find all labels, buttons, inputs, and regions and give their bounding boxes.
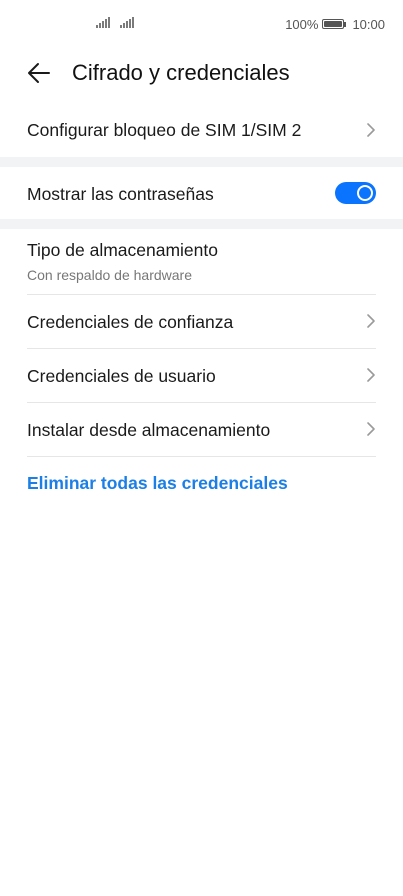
battery-percent: 100% — [285, 16, 319, 32]
chevron-right-icon — [367, 314, 375, 328]
sim-lock-label: Configurar bloqueo de SIM 1/SIM 2 — [27, 120, 302, 140]
back-button[interactable] — [20, 56, 58, 90]
storage-type-value: Con respaldo de hardware — [27, 267, 192, 283]
chevron-right-icon — [367, 368, 375, 382]
signal-icon-sim2 — [120, 16, 134, 28]
install-from-storage-label: Instalar desde almacenamiento — [27, 420, 271, 440]
section-separator — [0, 219, 403, 229]
divider — [27, 456, 376, 457]
arrow-left-icon — [28, 63, 50, 83]
storage-type-label: Tipo de almacenamiento — [27, 240, 218, 260]
show-passwords-toggle[interactable] — [335, 182, 376, 204]
app-header: Cifrado y credenciales — [0, 48, 403, 98]
sim-lock-row[interactable]: Configurar bloqueo de SIM 1/SIM 2 — [0, 104, 403, 156]
toggle-knob — [357, 185, 373, 201]
clock: 10:00 — [352, 16, 385, 32]
section-separator — [0, 157, 403, 167]
chevron-right-icon — [367, 123, 375, 137]
user-credentials-row[interactable]: Credenciales de usuario — [0, 349, 403, 402]
status-bar: 100% 10:00 — [0, 0, 403, 48]
battery-level-fill — [324, 21, 343, 27]
install-from-storage-row[interactable]: Instalar desde almacenamiento — [0, 403, 403, 456]
chevron-right-icon — [367, 422, 375, 436]
storage-type-row: Tipo de almacenamiento Con respaldo de h… — [0, 229, 403, 294]
clear-credentials-button[interactable]: Eliminar todas las credenciales — [27, 473, 288, 494]
show-passwords-row[interactable]: Mostrar las contraseñas — [0, 167, 403, 219]
show-passwords-label: Mostrar las contraseñas — [27, 184, 214, 204]
user-credentials-label: Credenciales de usuario — [27, 366, 216, 386]
page-title: Cifrado y credenciales — [72, 60, 290, 85]
trusted-credentials-label: Credenciales de confianza — [27, 312, 234, 332]
battery-icon — [322, 19, 347, 29]
trusted-credentials-row[interactable]: Credenciales de confianza — [0, 295, 403, 348]
status-right: 100% 10:00 — [285, 16, 385, 32]
signal-icon-sim1 — [96, 16, 110, 28]
